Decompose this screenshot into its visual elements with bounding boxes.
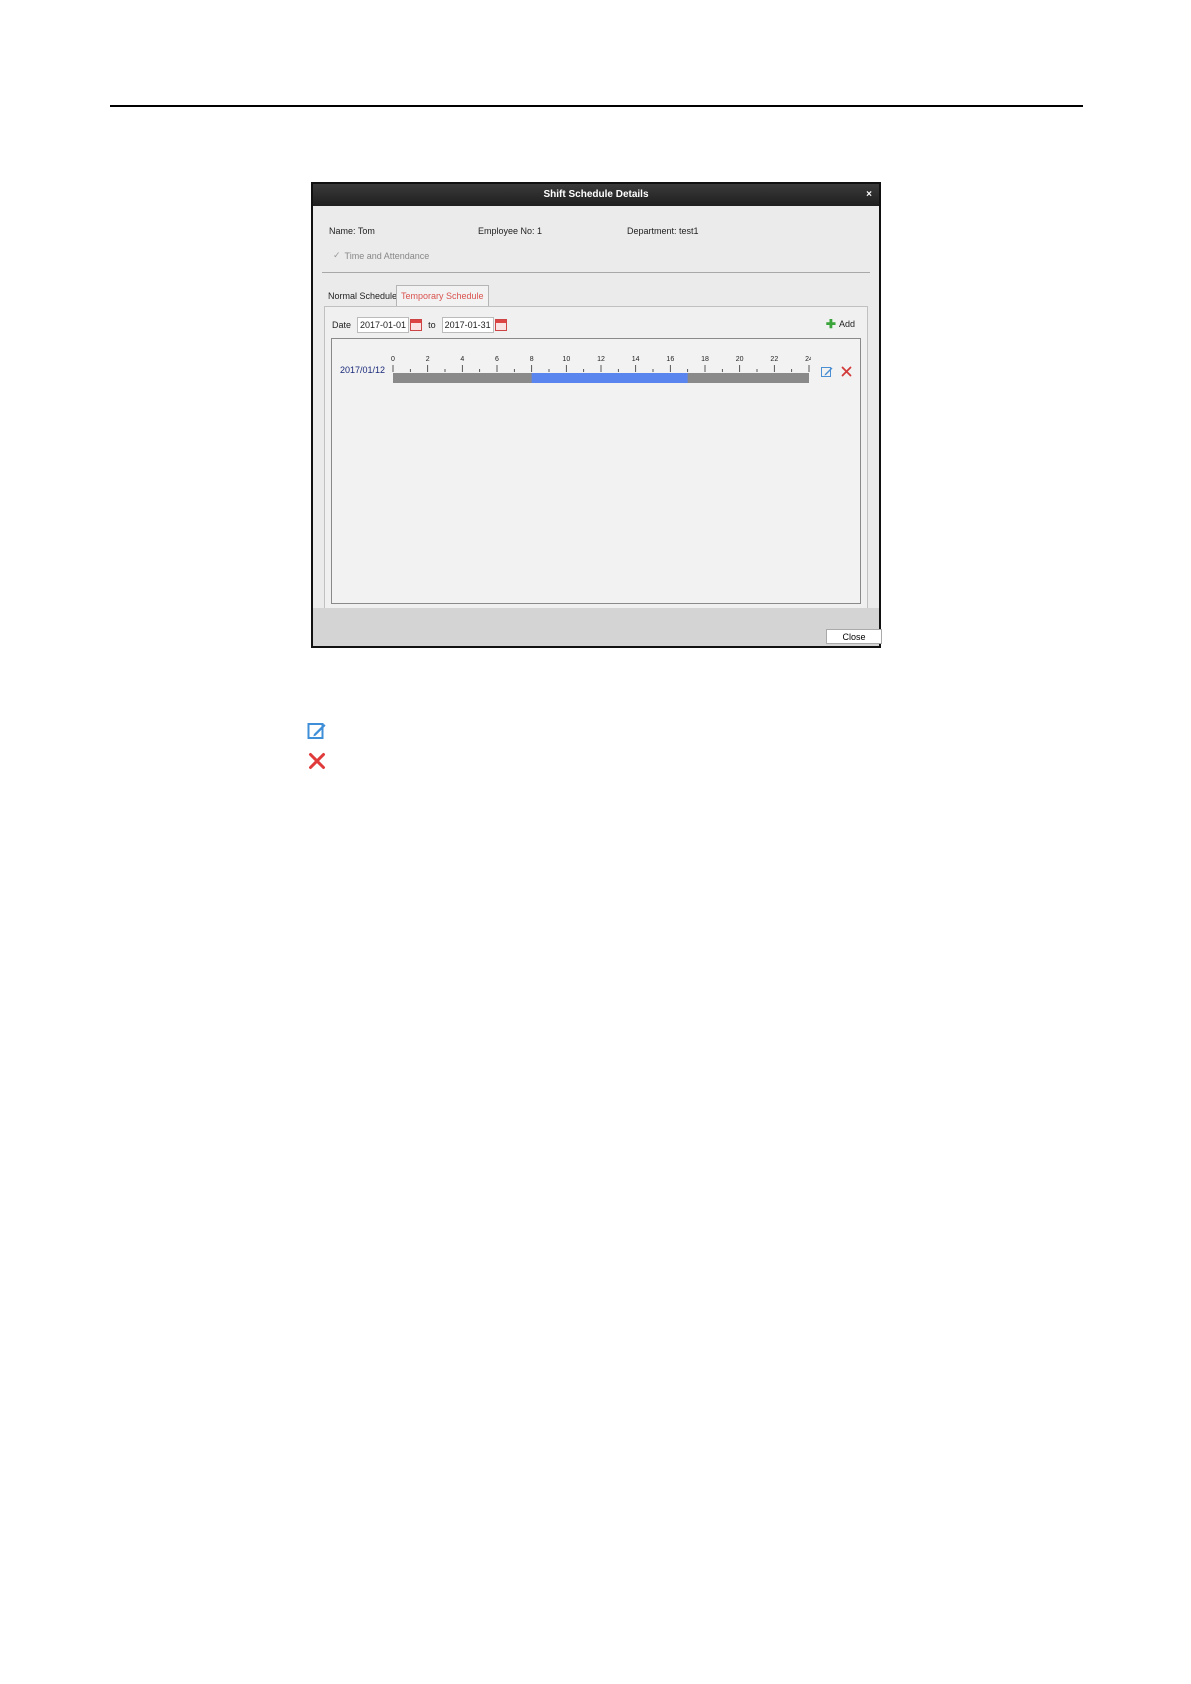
edit-icon [307,723,326,739]
shift-schedule-dialog: Shift Schedule Details × Name: Tom Emplo… [311,182,882,648]
add-button[interactable]: ✚ Add [825,317,855,331]
dialog-title: Shift Schedule Details [543,189,649,200]
schedule-grid: 2017/01/12 0 2 4 6 8 10 12 14 16 18 20 22 24 [331,338,861,604]
start-date-input[interactable]: 2017-01-01 [357,317,410,333]
delete-icon[interactable] [841,366,852,377]
date-label: Date [332,320,352,330]
checkbox-label: Time and Attendance [344,250,430,261]
temporary-schedule-panel: Date 2017-01-01 to 2017-01-31 ✚ Add 2017… [324,306,868,610]
department: Department: test1 [627,226,699,236]
employee-number: Employee No: 1 [478,226,543,236]
date-range-row: Date 2017-01-01 to 2017-01-31 [332,317,507,333]
timeline-tick-label: 22 [770,356,778,363]
close-button[interactable]: Close [826,629,882,644]
dialog-titlebar: Shift Schedule Details × [313,184,879,206]
close-icon[interactable]: × [866,184,872,206]
tab-normal-schedule[interactable]: Normal Schedule [324,286,401,306]
divider [322,272,870,273]
timeline-tick-label: 0 [391,356,395,363]
dialog-footer [313,608,879,646]
delete-icon [309,753,325,769]
calendar-icon[interactable] [410,319,423,331]
schedule-row-date: 2017/01/12 [340,365,386,375]
to-label: to [428,320,436,330]
timeline-tick-label: 12 [597,356,605,363]
schedule-timeline[interactable]: 0 2 4 6 8 10 12 14 16 18 20 22 24 [391,351,811,391]
tab-temporary-schedule[interactable]: Temporary Schedule [396,285,489,307]
timeline-tick-label: 2 [426,356,430,363]
shift-block[interactable] [531,373,688,383]
timeline-tick-label: 8 [530,356,534,363]
timeline-tick-label: 6 [495,356,499,363]
edit-icon[interactable] [821,366,833,378]
timeline-tick-label: 4 [460,356,464,363]
timeline-tick-label: 18 [701,356,709,363]
timeline-tick-label: 16 [666,356,674,363]
employee-name: Name: Tom [329,226,375,236]
plus-icon: ✚ [825,317,836,331]
timeline-tick-label: 10 [562,356,570,363]
timeline-tick-label: 14 [632,356,640,363]
time-attendance-checkbox[interactable]: ✓ Time and Attendance [333,250,429,261]
dialog-body: Name: Tom Employee No: 1 Department: tes… [313,206,879,610]
add-label: Add [838,319,855,329]
page-header-rule [110,105,1083,107]
checkmark-icon: ✓ [333,250,341,260]
calendar-icon[interactable] [494,319,507,331]
timeline-tick-label: 20 [736,356,744,363]
end-date-input[interactable]: 2017-01-31 [441,317,494,333]
timeline-tick-label: 24 [805,356,811,363]
